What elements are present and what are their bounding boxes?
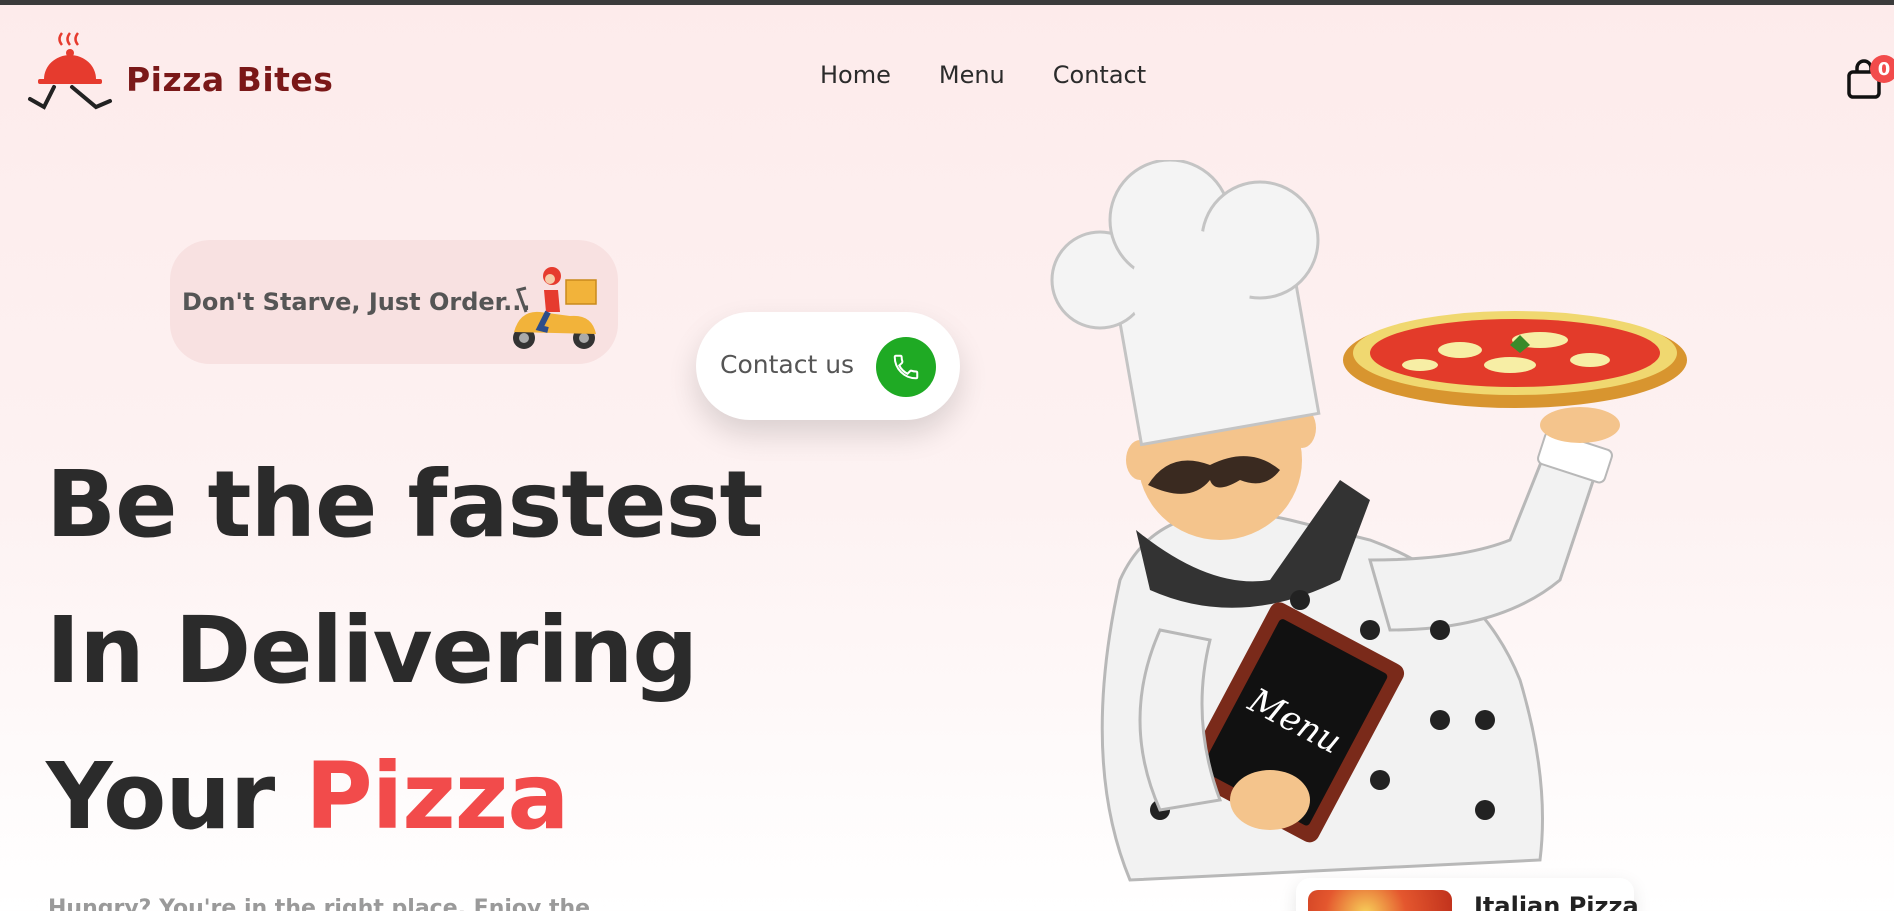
cart-button[interactable]: 0 (1846, 55, 1894, 105)
featured-product-card[interactable]: Italian Pizza (1296, 878, 1639, 911)
hero-headline: Be the fastest In Delivering Your Pizza (46, 432, 763, 870)
main-nav: Home Menu Contact (820, 61, 1146, 89)
headline-line-3-prefix: Your (46, 743, 306, 850)
pizza-thumbnail (1308, 890, 1452, 911)
tagline-text: Don't Starve, Just Order... (182, 288, 531, 316)
phone-icon (893, 354, 919, 380)
headline-line-2: In Delivering (46, 597, 698, 704)
logo-cloche-icon (28, 32, 112, 110)
site-header: Pizza Bites Home Menu Contact 0 (0, 5, 1894, 145)
brand-logo[interactable]: Pizza Bites (24, 31, 333, 123)
headline-line-1: Be the fastest (46, 451, 763, 558)
hero-subtext: Hungry? You're in the right place. Enjoy… (48, 896, 591, 911)
nav-home[interactable]: Home (820, 61, 891, 89)
chef-illustration: Menu (1050, 160, 1687, 882)
nav-menu[interactable]: Menu (939, 61, 1005, 89)
cart-count-badge: 0 (1870, 55, 1894, 83)
tagline-pill: Don't Starve, Just Order... (170, 240, 618, 364)
headline-line-3: Your Pizza (46, 724, 762, 870)
featured-product-title: Italian Pizza (1474, 892, 1639, 911)
nav-contact[interactable]: Contact (1053, 61, 1146, 89)
headline-accent-word: Pizza (305, 743, 569, 850)
contact-us-label: Contact us (720, 350, 855, 379)
brand-name: Pizza Bites (126, 59, 334, 99)
scooter-rider-icon (513, 267, 597, 349)
contact-us-button[interactable]: Contact us (696, 312, 960, 420)
phone-button[interactable] (876, 337, 936, 397)
